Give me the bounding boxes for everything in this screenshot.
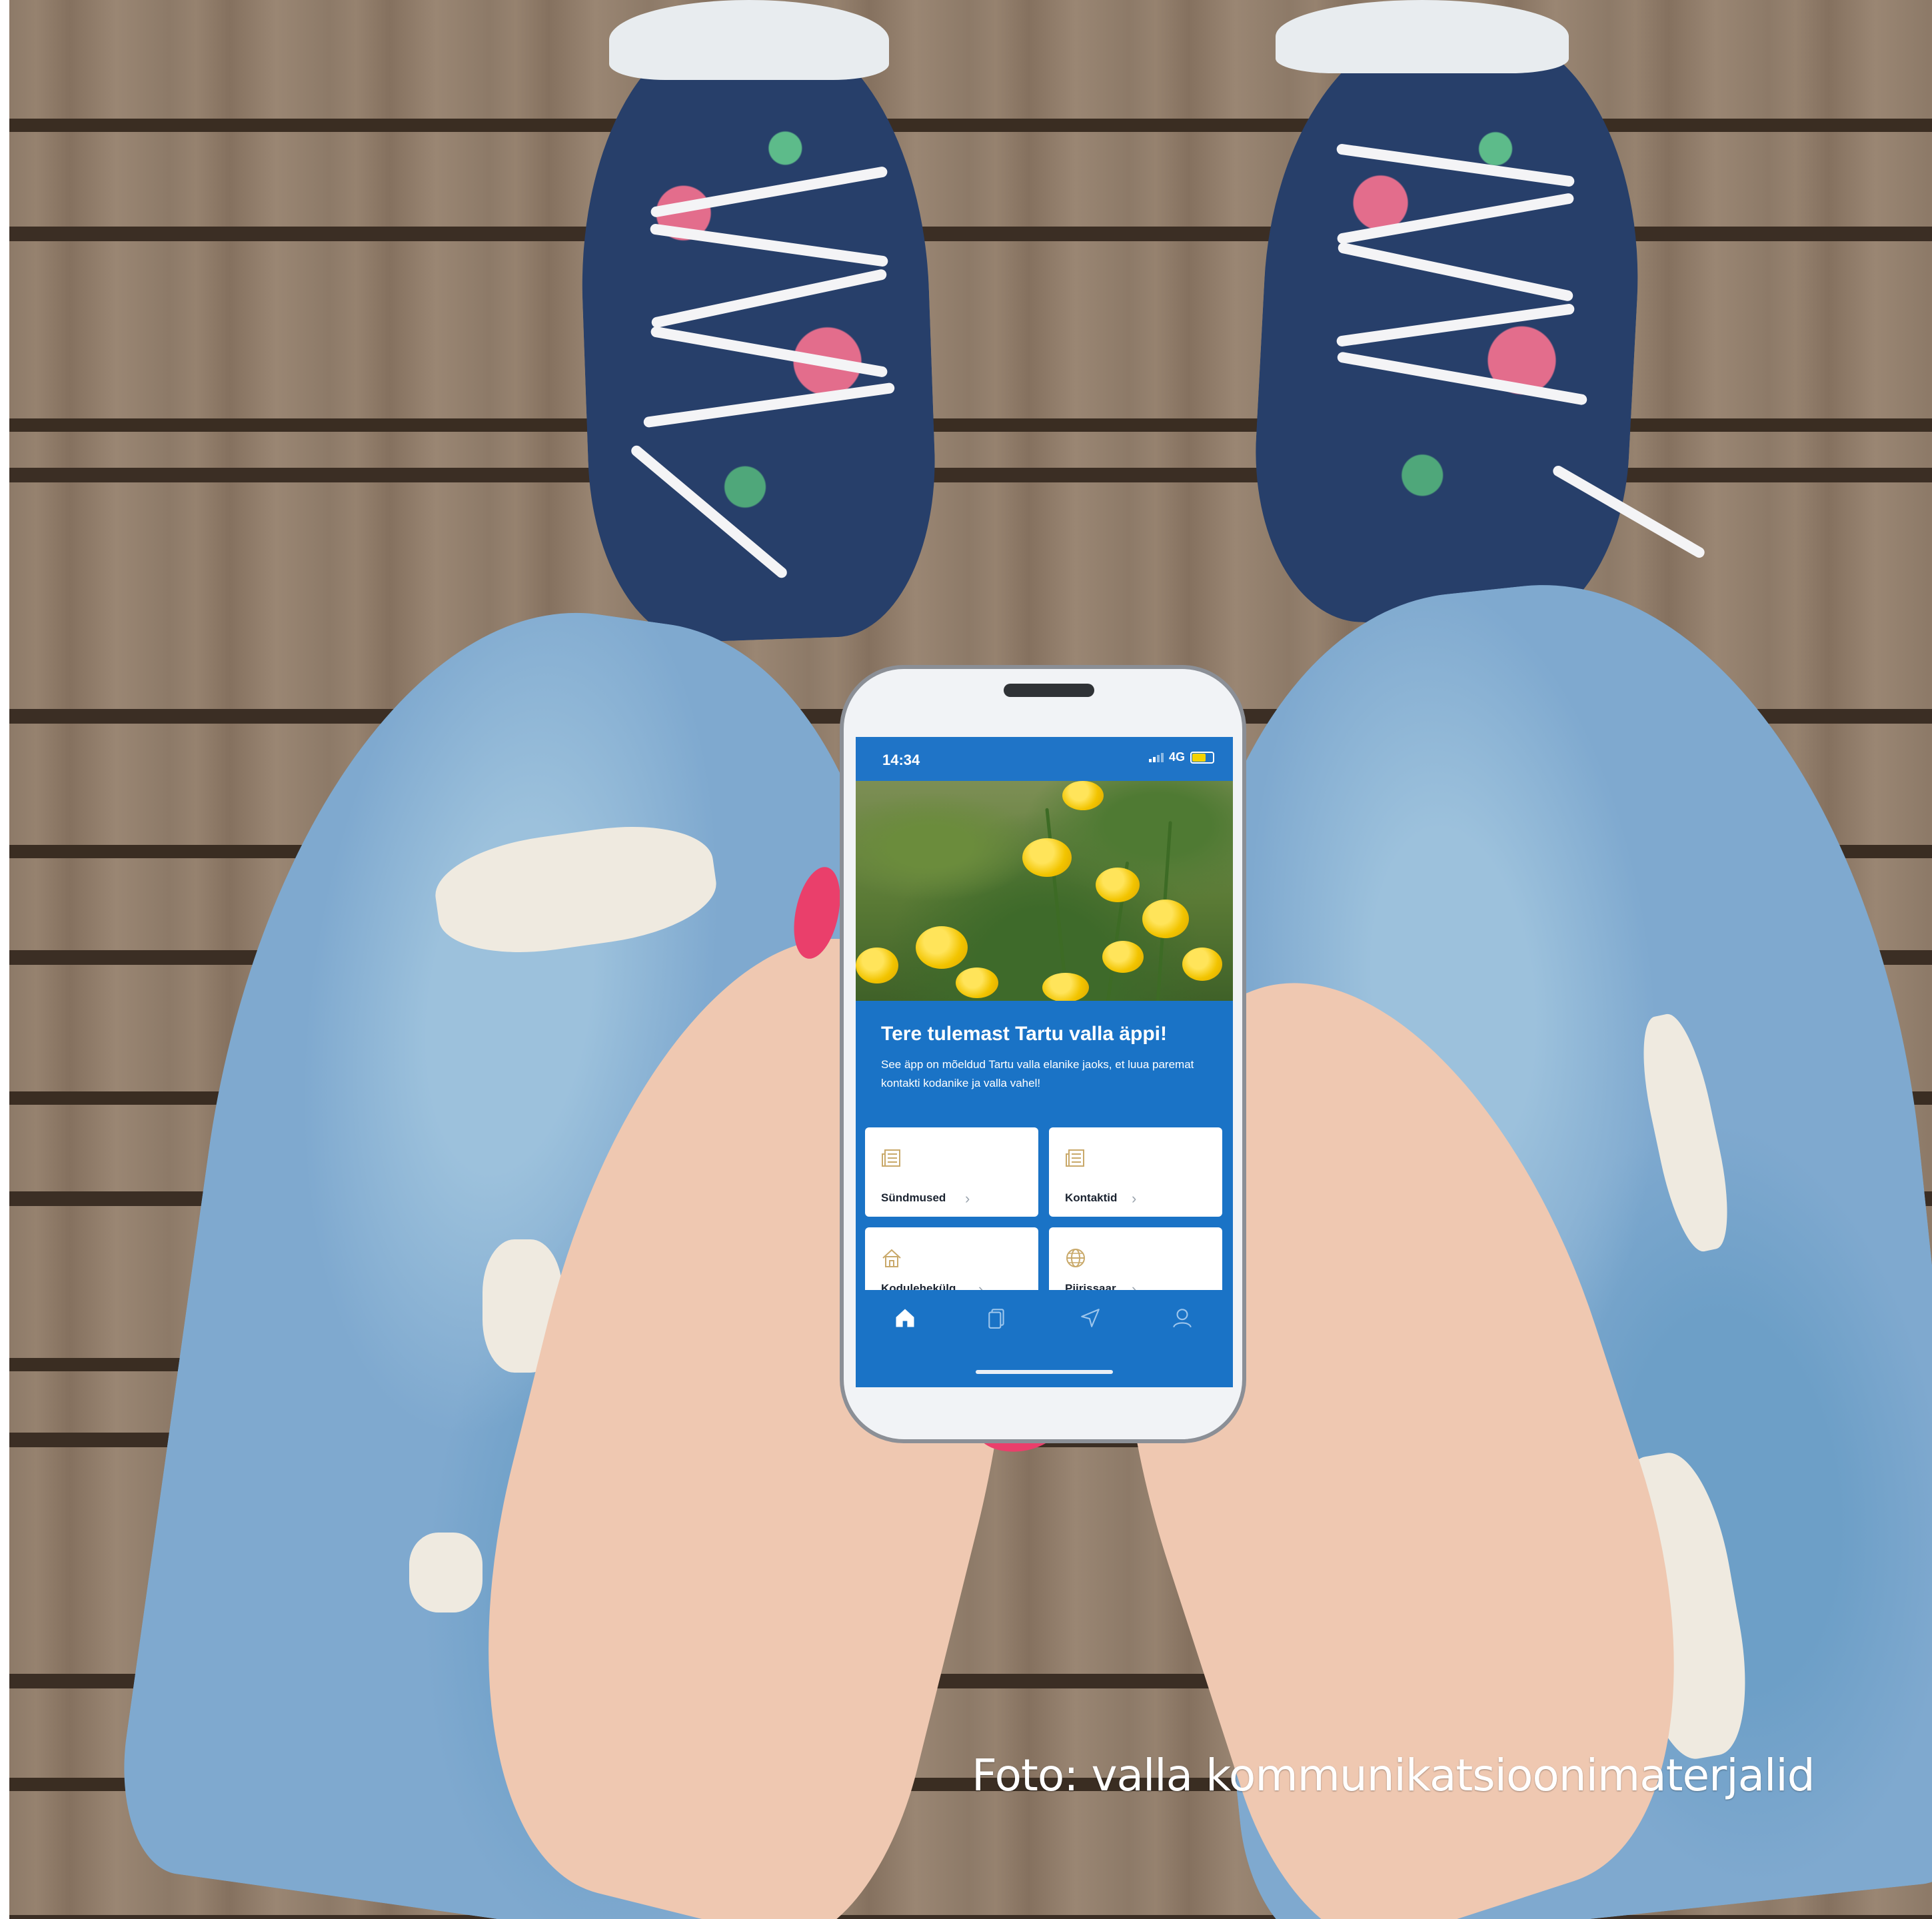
tab-home[interactable]: [890, 1303, 920, 1333]
location-arrow-icon: [1081, 1309, 1100, 1327]
plank-gap: [9, 119, 1932, 132]
newspaper-icon: [1066, 1149, 1084, 1167]
chevron-right-icon: ›: [1132, 1190, 1137, 1207]
jeans-rip: [409, 1533, 483, 1612]
welcome-section: Tere tulemast Tartu valla äppi! See äpp …: [881, 1022, 1214, 1093]
left-sneaker-toe: [609, 0, 889, 80]
home-indicator[interactable]: [976, 1370, 1113, 1374]
globeflower: [1102, 941, 1144, 973]
card-label: Sündmused: [881, 1191, 946, 1204]
right-sneaker-toe: [1276, 0, 1569, 73]
network-type: 4G: [1168, 750, 1185, 764]
photo-credit: Foto: valla kommunikatsioonimaterjalid: [972, 1750, 1815, 1801]
globeflower: [856, 948, 898, 983]
globeflower: [1142, 900, 1189, 938]
chevron-right-icon: ›: [965, 1190, 970, 1207]
home-icon: [896, 1309, 914, 1327]
welcome-title: Tere tulemast Tartu valla äppi!: [881, 1023, 1168, 1045]
globeflower: [1182, 948, 1222, 981]
status-time: 14:34: [882, 752, 920, 768]
globeflower: [1022, 838, 1072, 877]
welcome-text: See äpp on mõeldud Tartu valla elanike j…: [881, 1058, 1194, 1089]
globeflower: [1096, 868, 1140, 902]
globeflower: [1062, 781, 1104, 810]
hero-image: [856, 781, 1233, 1001]
earpiece-speaker: [1004, 684, 1094, 697]
card-kontaktid[interactable]: Kontaktid ›: [1049, 1127, 1222, 1217]
tab-navigation[interactable]: [1076, 1303, 1105, 1333]
house-icon: [882, 1249, 901, 1267]
globeflower: [956, 967, 998, 998]
globeflower: [1042, 973, 1089, 1001]
tab-profile[interactable]: [1168, 1303, 1197, 1333]
signal-icon: [1148, 752, 1164, 762]
tab-documents[interactable]: [982, 1303, 1012, 1333]
profile-icon: [1173, 1309, 1192, 1328]
card-sundmused[interactable]: Sündmused ›: [865, 1127, 1038, 1217]
battery-level: [1192, 753, 1206, 762]
app-screen: 14:34 4G Tere tulemast Tartu valla äppi!…: [856, 737, 1233, 1387]
newspaper-icon: [882, 1149, 900, 1167]
status-bar: 14:34 4G: [856, 737, 1233, 781]
globe-icon: [1066, 1249, 1085, 1267]
globeflower: [916, 926, 968, 969]
plank-gap: [9, 418, 1932, 432]
documents-icon: [988, 1309, 1004, 1329]
flower-stem: [1045, 808, 1070, 1001]
card-label: Kontaktid: [1065, 1191, 1118, 1204]
bottom-tab-bar: [856, 1290, 1233, 1387]
status-indicators: 4G: [1148, 750, 1214, 764]
battery-icon: [1190, 751, 1214, 764]
